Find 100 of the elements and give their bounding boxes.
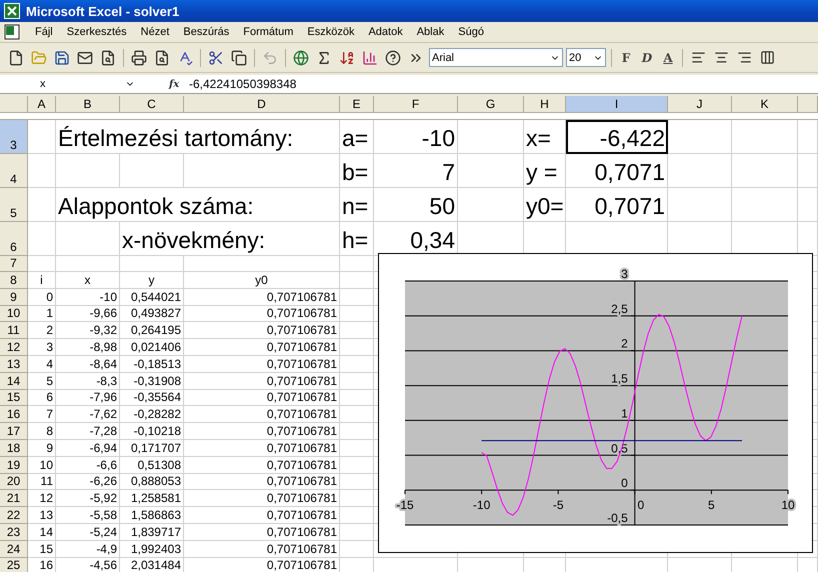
align-right-icon[interactable] [736,50,752,65]
table-cell: -5,92 [56,490,120,508]
table-cell: 0,707106781 [184,322,340,340]
column-header[interactable]: G [458,96,524,113]
menu-item[interactable]: Fájl [28,26,60,38]
y-tick-label: 2 [621,336,628,351]
column-header[interactable]: C [120,96,184,113]
x-tick-label: -15 [396,498,414,512]
menu-item[interactable]: Ablak [410,26,452,38]
table-cell: 8 [28,423,56,440]
empty-cell [340,540,374,558]
column-header[interactable]: H [524,96,566,113]
row-header[interactable]: 18 [0,440,28,457]
row-header[interactable]: 14 [0,372,28,390]
workbook-icon[interactable] [4,24,22,40]
row-header[interactable]: 16 [0,406,28,424]
empty-cell [340,356,374,373]
column-header[interactable]: K [732,96,798,113]
menu-item[interactable]: Súgó [451,26,491,38]
sort-icon[interactable] [339,50,355,66]
x-tick-label: -10 [472,498,490,512]
result-cell[interactable]: 0,7071 [566,188,668,222]
menu-item[interactable]: Nézet [134,26,176,38]
row-header[interactable]: 24 [0,540,28,558]
empty-cell [668,154,732,188]
empty-cell [340,339,374,356]
column-header[interactable]: A [28,96,56,113]
row-header[interactable]: 19 [0,456,28,474]
menu-item[interactable]: Szerkesztés [60,26,134,38]
save-icon[interactable] [54,50,70,66]
row-header[interactable]: 9 [0,288,28,306]
font-size-dropdown[interactable]: 20 [566,48,606,67]
row-header[interactable]: 13 [0,356,28,373]
chart-icon[interactable] [362,50,378,66]
row-header[interactable]: 15 [0,390,28,406]
help-icon[interactable] [385,50,401,66]
merge-cells-icon[interactable] [760,50,774,65]
format-button[interactable]: F [617,50,635,64]
row-header[interactable]: 25 [0,558,28,572]
table-cell: 0,707106781 [184,356,340,373]
empty-cell [120,256,184,272]
empty-cell [340,490,374,508]
formula-field[interactable]: -6,42241050398348 [189,77,296,91]
empty-cell [56,154,120,188]
menu-item[interactable]: Beszúrás [176,26,236,38]
column-header[interactable]: F [374,96,458,113]
font-dropdown[interactable]: Arial [429,48,563,67]
mail-icon[interactable] [77,50,93,66]
row-header[interactable]: 5 [0,188,28,222]
table-cell: 11 [28,474,56,490]
column-header[interactable]: D [184,96,340,113]
align-center-icon[interactable] [714,50,728,65]
function-button[interactable]: fx [169,78,185,90]
empty-cell [340,474,374,490]
row-header[interactable]: 7 [0,256,28,272]
row-header[interactable]: 23 [0,524,28,541]
format-button[interactable]: A [659,50,677,64]
menu-item[interactable]: Eszközök [300,26,362,38]
empty-cell [340,256,374,272]
result-cell[interactable]: 0,7071 [566,154,668,188]
row-header[interactable]: 6 [0,222,28,256]
result-cell[interactable]: -6,422 [566,120,668,154]
name-box[interactable]: x [0,76,139,92]
row-header[interactable]: 20 [0,474,28,490]
printer-icon[interactable] [131,50,147,66]
row-header[interactable]: 10 [0,306,28,322]
row-header[interactable]: 4 [0,154,28,188]
row-header[interactable]: 22 [0,507,28,524]
column-header[interactable]: I [566,96,668,113]
scissors-icon[interactable] [208,50,224,66]
column-header[interactable]: E [340,96,374,113]
value-cell: 7 [374,154,458,188]
row-header[interactable]: 8 [0,272,28,289]
table-cell: 0,707106781 [184,490,340,508]
row-header[interactable]: 21 [0,490,28,508]
column-header[interactable]: B [56,96,120,113]
table-cell: 0,707106781 [184,339,340,356]
document-magnifier-icon[interactable] [154,50,170,66]
row-header[interactable]: 11 [0,322,28,340]
align-left-icon[interactable] [690,50,706,65]
row-header[interactable]: 12 [0,339,28,356]
row-header[interactable]: 17 [0,423,28,440]
print-preview-icon[interactable] [100,50,116,66]
format-button[interactable]: D [638,50,656,64]
table-cell: -0,28282 [120,406,184,424]
table-cell: -9,32 [56,322,120,340]
column-header[interactable]: J [668,96,732,113]
row-header[interactable]: 3 [0,120,28,154]
table-cell: 10 [28,456,56,474]
table-cell: 9 [28,440,56,457]
menu-item[interactable]: Adatok [361,26,410,38]
label-cell: Értelmezési tartomány: [56,120,340,154]
new-file-icon[interactable] [8,50,24,66]
globe-icon[interactable] [293,50,309,66]
y-tick-label: -0,5 [607,511,628,525]
table-cell: 0,888053 [120,474,184,490]
menu-item[interactable]: Formátum [236,26,300,38]
empty-cell [340,423,374,440]
table-cell: 3 [28,339,56,356]
copy-icon[interactable] [231,50,247,66]
